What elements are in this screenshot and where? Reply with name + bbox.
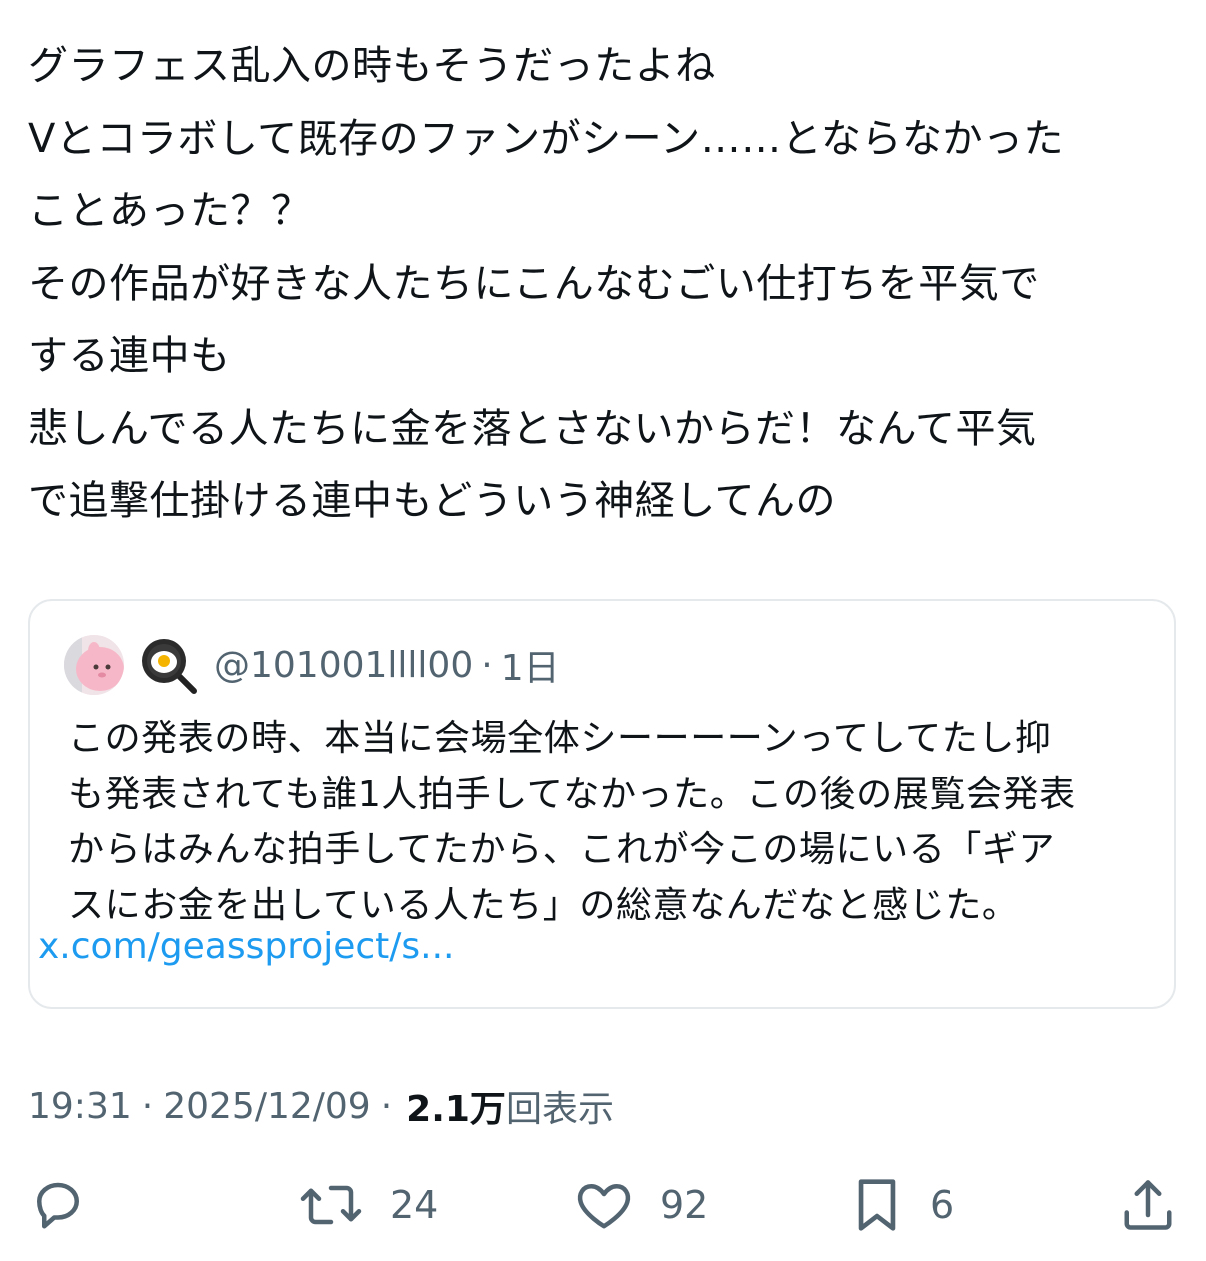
tweet-line: 悲しんでる人たちに金を落とさないからだ！なんて平気 [28,405,1037,452]
views-count: 2.1万 [406,1089,506,1130]
frying-pan-egg-icon [142,639,197,694]
avatar[interactable] [64,635,124,695]
quoted-tweet-line: も発表されても誰1人拍手してなかった。この後の展覧会発表 [68,773,1076,815]
quoted-tweet-line: からはみんな拍手してたから、これが今この場にいる「ギア [68,829,1056,870]
tweet-date[interactable]: 2025/12/09 [163,1086,371,1127]
tweet-line: その作品が好きな人たちにこんなむごい仕打ちを平気で [28,260,1040,307]
bookmark-count: 6 [930,1183,955,1227]
like-count: 92 [660,1183,709,1227]
like-button[interactable]: 92 [574,1170,708,1240]
tweet-line: Vとコラボして既存のファンがシーン……とならなかった [28,115,1064,162]
quoted-tweet-time[interactable]: 1日 [501,639,560,691]
views-label: 回表示 [505,1089,614,1130]
tweet-text: グラフェス乱入の時もそうだったよね Vとコラボして既存のファンがシーン……となら… [28,30,1188,538]
quoted-tweet-line: スにお金を出している人たち」の総意なんだなと感じた。 [68,884,1019,926]
quoted-user-handle[interactable]: @101001llll00 [214,645,473,686]
quoted-tweet-text: この発表の時、本当に会場全体シーーーーンってしてたし抑 も発表されても誰1人拍手… [68,711,1158,933]
action-bar: 24 92 6 [0,1170,1206,1240]
tweet-line: で追撃仕掛ける連中もどういう神経してんの [28,478,836,524]
separator-dot: · [141,1085,154,1127]
retweet-count: 24 [390,1183,439,1227]
tweet-meta: 19:31 · 2025/12/09 · 2.1万 回表示 [28,1080,614,1132]
separator-dot: · [380,1085,393,1127]
bookmark-button[interactable]: 6 [850,1170,954,1240]
tweet-time[interactable]: 19:31 [28,1086,132,1127]
tweet-line: する連中も [28,333,231,379]
share-icon [1124,1180,1172,1230]
quoted-tweet-line: この発表の時、本当に会場全体シーーーーンってしてたし抑 [68,718,1052,759]
reply-button[interactable] [28,1170,88,1240]
share-button[interactable] [1118,1170,1178,1240]
bookmark-icon [858,1179,896,1231]
heart-icon [577,1184,631,1229]
separator-dot: · [481,644,493,686]
character-avatar [64,635,124,695]
tweet-line: グラフェス乱入の時もそうだったよね [28,43,716,89]
retweet-icon [300,1185,362,1225]
retweet-button[interactable]: 24 [298,1170,438,1240]
reply-icon [37,1182,79,1229]
quoted-tweet-link[interactable]: x.com/geassproject/s... [38,926,455,967]
quoted-tweet-header: @101001llll00 · 1日 [64,635,560,695]
tweet-line: ことあった？？ [28,188,312,234]
